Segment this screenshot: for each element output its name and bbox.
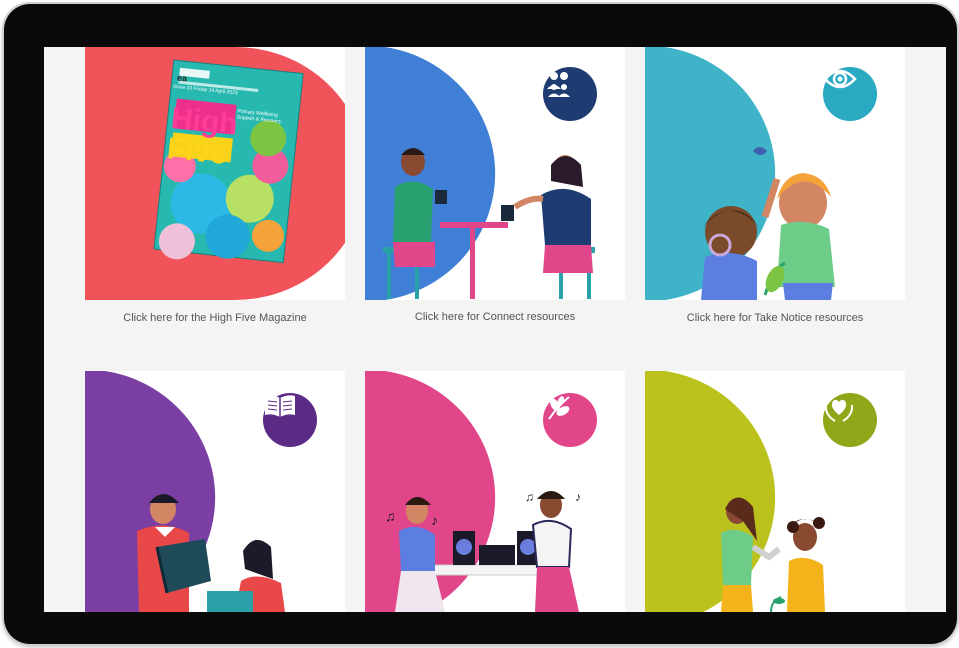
svg-text:♫: ♫ (525, 490, 534, 504)
device-frame: Issue 10 Friday 14 April 2023 ea High Fi… (4, 4, 957, 644)
magazine-brand: ea (176, 72, 188, 84)
take-notice-card[interactable] (645, 47, 905, 300)
book-icon (263, 393, 317, 447)
be-active-card[interactable]: ♫ ♪ ♫ ♪ (365, 371, 625, 612)
give-card[interactable] (645, 371, 905, 612)
magazine-headline-five: Five (165, 131, 229, 172)
high-five-magazine-card[interactable]: Issue 10 Friday 14 April 2023 ea High Fi… (85, 47, 345, 300)
connect-card[interactable] (365, 47, 625, 300)
svg-text:♪: ♪ (575, 490, 581, 504)
connect-caption[interactable]: Click here for Connect resources (365, 311, 625, 323)
webpage-viewport[interactable]: Issue 10 Friday 14 April 2023 ea High Fi… (44, 47, 946, 612)
people-icon (543, 67, 597, 121)
svg-text:♫: ♫ (385, 508, 396, 524)
take-notice-caption[interactable]: Click here for Take Notice resources (645, 312, 905, 324)
keep-learning-card[interactable] (85, 371, 345, 612)
heart-hands-icon (823, 393, 877, 447)
high-five-illustration (85, 47, 345, 300)
svg-text:♪: ♪ (431, 512, 438, 528)
leaf-icon (543, 393, 597, 447)
eye-icon (823, 67, 877, 121)
high-five-caption[interactable]: Click here for the High Five Magazine (85, 312, 345, 324)
